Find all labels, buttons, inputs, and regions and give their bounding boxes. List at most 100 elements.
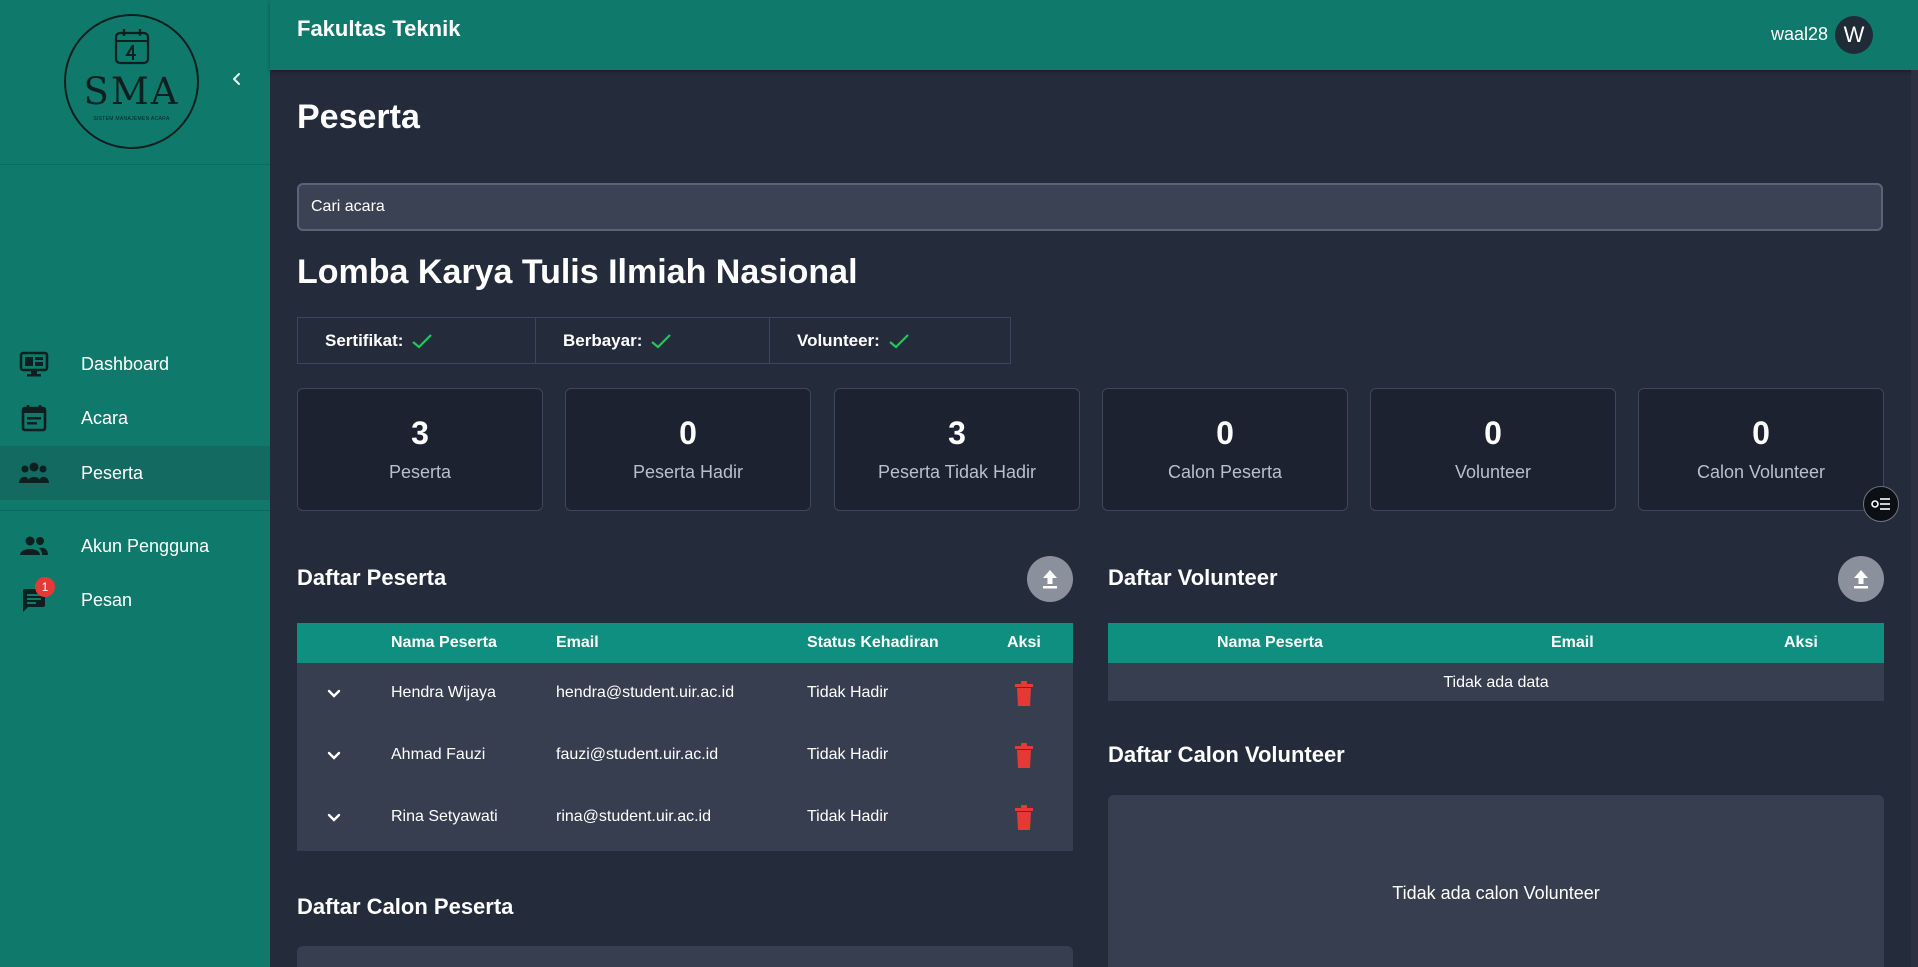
monitor-dashboard-icon [19,349,49,379]
participant-email: rina@student.uir.ac.id [556,808,711,825]
attendance-status: Tidak Hadir [807,684,889,701]
upload-icon [1043,570,1057,589]
stat-value: 0 [679,415,697,451]
stat-card-calon-peserta: 0 Calon Peserta [1102,388,1348,511]
sidebar-item-label: Acara [81,407,129,428]
stat-card-peserta-tidak-hadir: 3 Peserta Tidak Hadir [834,388,1080,511]
empty-state-text: Tidak ada data [1443,674,1549,691]
check-icon [889,333,909,348]
page-title: Peserta [297,98,420,136]
logo-subtext: SISTEM MANAJEMEN ACARA [93,116,170,122]
flag-berbayar: Berbayar: [536,318,770,363]
column-header: Nama Peserta [1217,634,1323,651]
volunteer-table: Nama Peserta Email Aksi Tidak ada data [1108,623,1884,701]
stat-value: 3 [948,415,966,451]
section-title-daftar-calon-peserta: Daftar Calon Peserta [297,894,514,919]
stat-card-peserta: 3 Peserta [297,388,543,511]
stat-card-volunteer: 0 Volunteer [1370,388,1616,511]
stat-value: 3 [411,415,429,451]
username[interactable]: waal28 [1771,24,1828,45]
sidebar-item-label: Pesan [81,589,133,610]
event-title: Lomba Karya Tulis Ilmiah Nasional [297,253,858,291]
scrollbar-track[interactable] [1911,70,1918,967]
users-icon [19,531,49,561]
flag-volunteer: Volunteer: [770,318,1010,363]
sidebar-item-label: Dashboard [81,353,170,374]
sidebar-item-dashboard[interactable]: Dashboard [0,337,270,391]
table-row: Ahmad Fauzi fauzi@student.uir.ac.id Tida… [297,725,1073,787]
section-title-daftar-volunteer: Daftar Volunteer [1108,565,1278,590]
stat-label: Peserta Tidak Hadir [877,462,1037,482]
chevron-down-icon[interactable] [323,807,345,829]
app-logo[interactable]: SMA SISTEM MANAJEMEN ACARA [64,14,199,149]
column-header: Aksi [1784,634,1818,651]
check-icon [412,333,433,348]
calon-peserta-box [297,946,1073,967]
table-row: Hendra Wijaya hendra@student.uir.ac.id T… [297,663,1073,725]
message-count-badge: 1 [35,577,55,597]
stat-label: Peserta Hadir [632,462,744,482]
participant-name: Ahmad Fauzi [391,746,486,763]
peserta-table: Nama Peserta Email Status Kehadiran Aksi… [297,623,1073,851]
sidebar-item-peserta[interactable]: Peserta [0,446,270,500]
attendance-status: Tidak Hadir [807,746,889,763]
participant-name: Hendra Wijaya [391,684,496,701]
flag-sertifikat: Sertifikat: [298,318,536,363]
table-header: Nama Peserta Email Aksi [1108,623,1884,663]
top-header: Fakultas Teknik waal28 W [270,0,1918,70]
column-header: Email [556,634,599,651]
upload-peserta-button[interactable] [1027,556,1073,602]
floating-settings-button[interactable] [1863,486,1899,522]
upload-icon [1854,570,1868,589]
section-title-daftar-calon-volunteer: Daftar Calon Volunteer [1108,742,1345,767]
column-header: Email [1551,634,1594,651]
column-header: Nama Peserta [391,634,497,651]
sidebar: SMA SISTEM MANAJEMEN ACARA Dashboard Aca… [0,0,270,967]
sidebar-item-label: Peserta [81,462,144,483]
sidebar-item-pesan[interactable]: 1 Pesan [0,573,270,627]
chevron-down-icon[interactable] [323,745,345,767]
collapse-sidebar-icon[interactable] [226,68,248,90]
stat-label: Peserta [388,462,452,482]
sidebar-item-akun-pengguna[interactable]: Akun Pengguna [0,519,270,573]
logo-area: SMA SISTEM MANAJEMEN ACARA [0,0,270,165]
column-header: Aksi [1007,634,1041,651]
chevron-down-icon[interactable] [323,683,345,705]
table-row: Rina Setyawati rina@student.uir.ac.id Ti… [297,787,1073,849]
event-flags: Sertifikat: Berbayar: Volunteer: [297,317,1011,364]
sidebar-item-label: Akun Pengguna [81,535,210,556]
sidebar-item-acara[interactable]: Acara [0,391,270,445]
stat-label: Volunteer [1454,462,1532,482]
upload-volunteer-button[interactable] [1838,556,1884,602]
stat-value: 0 [1484,415,1502,451]
participant-name: Rina Setyawati [391,808,498,825]
flag-label: Sertifikat: [325,330,404,350]
people-group-icon [19,458,49,488]
section-title-daftar-peserta: Daftar Peserta [297,565,447,590]
flag-label: Berbayar: [563,330,643,350]
avatar[interactable]: W [1835,16,1873,54]
stat-label: Calon Peserta [1167,462,1283,482]
search-input[interactable] [297,183,1883,231]
logo-calendar-icon [114,29,150,65]
stat-label: Calon Volunteer [1696,462,1826,482]
stat-card-calon-volunteer: 0 Calon Volunteer [1638,388,1884,511]
calendar-icon [19,403,49,433]
calon-volunteer-box: Tidak ada calon Volunteer [1108,795,1884,967]
organization-name: Fakultas Teknik [297,16,461,41]
empty-state-text: Tidak ada calon Volunteer [1392,883,1600,903]
logo-text: SMA [83,70,180,113]
stat-value: 0 [1752,415,1770,451]
participant-email: hendra@student.uir.ac.id [556,684,735,701]
check-icon [651,333,672,348]
sliders-icon [1871,498,1890,510]
column-header: Status Kehadiran [807,634,939,651]
trash-icon[interactable] [1013,681,1035,707]
table-header: Nama Peserta Email Status Kehadiran Aksi [297,623,1073,663]
attendance-status: Tidak Hadir [807,808,889,825]
trash-icon[interactable] [1013,805,1035,831]
stat-value: 0 [1216,415,1234,451]
stat-card-peserta-hadir: 0 Peserta Hadir [565,388,811,511]
trash-icon[interactable] [1013,743,1035,769]
participant-email: fauzi@student.uir.ac.id [556,746,719,763]
